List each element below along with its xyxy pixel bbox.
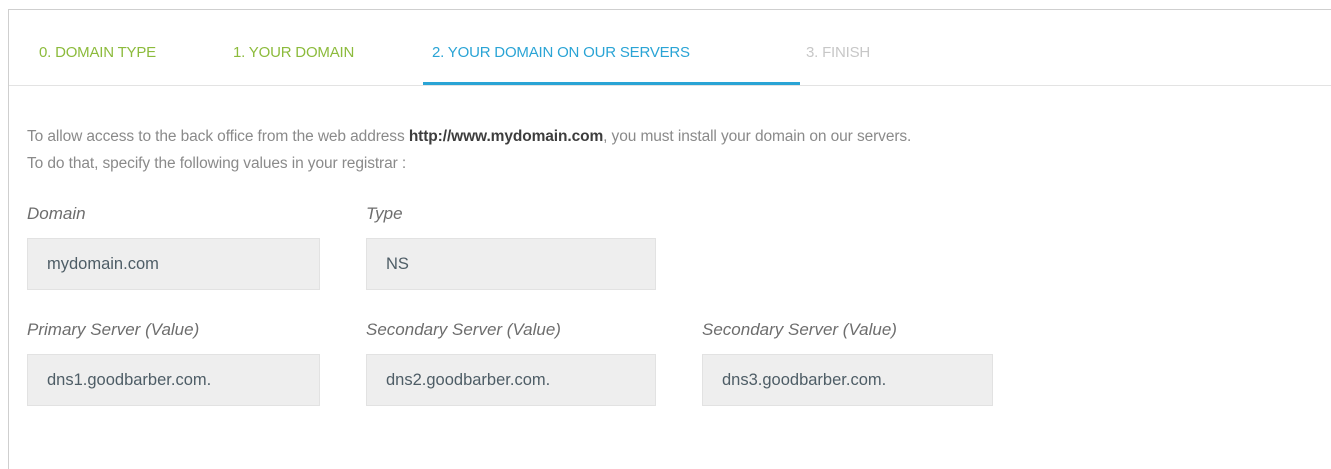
tab-your-domain[interactable]: 1. YOUR DOMAIN — [233, 44, 354, 61]
domain-setup-panel: 0. DOMAIN TYPE 1. YOUR DOMAIN 2. YOUR DO… — [8, 9, 1331, 469]
domain-url: http://www.mydomain.com — [408, 128, 604, 145]
primary-server-label: Primary Server (Value) — [27, 320, 200, 339]
wizard-steps: 0. DOMAIN TYPE 1. YOUR DOMAIN 2. YOUR DO… — [9, 10, 1331, 86]
instructions-line2: To do that, specify the following values… — [27, 155, 407, 172]
tab-finish[interactable]: 3. FINISH — [806, 44, 870, 61]
active-tab-indicator — [423, 82, 800, 85]
secondary-server-2-label: Secondary Server (Value) — [702, 320, 897, 339]
domain-label: Domain — [27, 204, 86, 223]
instructions-line1-suffix: , you must install your domain on our se… — [603, 128, 912, 145]
secondary-server-1-label: Secondary Server (Value) — [366, 320, 561, 339]
type-label: Type — [366, 204, 403, 223]
tab-domain-type[interactable]: 0. DOMAIN TYPE — [39, 44, 156, 61]
type-value-field[interactable]: NS — [366, 238, 656, 290]
domain-value-field[interactable]: mydomain.com — [27, 238, 320, 290]
instructions-text: To allow access to the back office from … — [27, 123, 1331, 177]
secondary-server-2-value-field[interactable]: dns3.goodbarber.com. — [702, 354, 993, 406]
instructions-line1-prefix: To allow access to the back office from … — [27, 128, 409, 145]
tab-your-domain-on-our-servers[interactable]: 2. YOUR DOMAIN ON OUR SERVERS — [432, 44, 690, 61]
primary-server-value-field[interactable]: dns1.goodbarber.com. — [27, 354, 320, 406]
secondary-server-1-value-field[interactable]: dns2.goodbarber.com. — [366, 354, 656, 406]
